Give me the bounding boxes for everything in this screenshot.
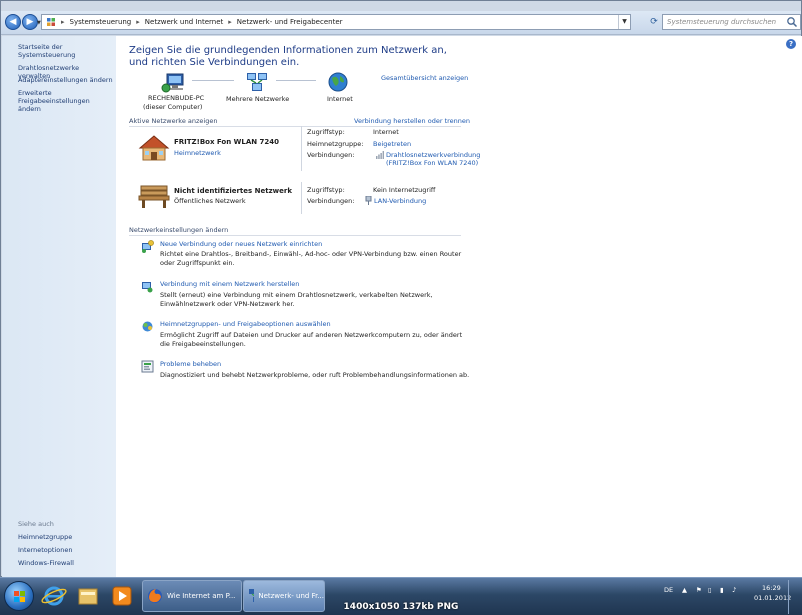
back-button[interactable]: ◀ xyxy=(5,14,21,30)
link-internet-options[interactable]: Internetoptionen xyxy=(18,546,113,554)
clock-date[interactable]: 01.01.2012 xyxy=(754,594,791,602)
breadcrumb-netzwerk-internet[interactable]: Netzwerk und Internet xyxy=(145,18,224,26)
pc-name-label: RECHENBUDE-PC xyxy=(148,94,205,102)
image-info-caption: 1400x1050 137kb PNG xyxy=(343,602,459,612)
network2-name: Nicht identifiziertes Netzwerk xyxy=(174,187,292,195)
crumb-chevron-icon[interactable]: ▸ xyxy=(61,18,65,26)
address-field[interactable]: ▸ Systemsteuerung ▸ Netzwerk und Interne… xyxy=(41,14,631,30)
main-content-pane: ? Zeigen Sie die grundlegenden Informati… xyxy=(116,36,802,577)
see-also-heading: Siehe auch xyxy=(18,520,54,528)
control-panel-icon xyxy=(47,18,55,26)
volume-icon[interactable]: ♪ xyxy=(732,586,736,594)
link-windows-firewall[interactable]: Windows-Firewall xyxy=(18,559,113,567)
task-new-connection-link[interactable]: Neue Verbindung oder neues Netzwerk einr… xyxy=(160,240,322,248)
pc-subtitle-label: (dieser Computer) xyxy=(143,103,203,111)
column-divider xyxy=(301,182,302,214)
help-icon[interactable]: ? xyxy=(786,39,796,49)
new-connection-icon xyxy=(142,240,154,253)
task-homegroup-desc: Ermöglicht Zugriff auf Dateien und Druck… xyxy=(160,331,463,348)
network1-wireless-ssid[interactable]: (FRITZ!Box Fon WLAN 7240) xyxy=(386,159,478,167)
left-navigation-pane: Startseite der Systemsteuerung Drahtlosn… xyxy=(2,36,116,577)
crumb-chevron-icon[interactable]: ▸ xyxy=(136,18,140,26)
flag-icon[interactable]: ⚑ xyxy=(696,586,702,594)
link-adapter-settings[interactable]: Adaptereinstellungen ändern xyxy=(18,76,113,84)
network1-type-link[interactable]: Heimnetzwerk xyxy=(174,149,221,157)
network2-access-value: Kein Internetzugriff xyxy=(373,186,436,194)
link-advanced-sharing[interactable]: Erweiterte Freigabeeinstellungen ändern xyxy=(18,89,110,113)
map-connector-line xyxy=(192,80,234,81)
connect-disconnect-link[interactable]: Verbindung herstellen oder trennen xyxy=(354,117,470,125)
refresh-button[interactable]: ⟳ xyxy=(647,14,661,30)
page-title: Zeigen Sie die grundlegenden Information… xyxy=(129,45,447,68)
network1-homegroup-link[interactable]: Beigetreten xyxy=(373,140,411,148)
breadcrumb-systemsteuerung[interactable]: Systemsteuerung xyxy=(70,18,132,26)
task-troubleshoot-desc: Diagnostiziert und behebt Netzwerkproble… xyxy=(160,371,470,379)
network1-connections-label: Verbindungen: xyxy=(307,151,355,159)
homegroup-sharing-icon xyxy=(142,321,153,332)
map-connector-line xyxy=(276,80,316,81)
language-indicator[interactable]: DE xyxy=(664,586,673,594)
address-bar: ◀ ▶ ▼ ▸ Systemsteuerung ▸ Netzwerk und I… xyxy=(1,11,801,35)
task-connect-network-link[interactable]: Verbindung mit einem Netzwerk herstellen xyxy=(160,280,299,288)
network1-wireless-link[interactable]: Drahtlosnetzwerkverbindung xyxy=(386,151,480,159)
change-settings-heading: Netzwerkeinstellungen ändern xyxy=(129,226,229,234)
link-homegroup[interactable]: Heimnetzgruppe xyxy=(18,533,113,541)
lan-connection-icon xyxy=(365,196,372,205)
network1-access-value: Internet xyxy=(373,128,399,136)
task-connect-network-desc: Stellt (erneut) eine Verbindung mit eine… xyxy=(160,291,433,308)
network1-access-label: Zugriffstyp: xyxy=(307,128,345,136)
explorer-window: ◀ ▶ ▼ ▸ Systemsteuerung ▸ Netzwerk und I… xyxy=(0,0,802,577)
taskbar-task-label: Netzwerk- und Fr... xyxy=(258,592,324,600)
computer-icon xyxy=(161,73,184,93)
task-homegroup-link[interactable]: Heimnetzgruppen- und Freigabeoptionen au… xyxy=(160,320,331,328)
column-divider xyxy=(301,126,302,171)
network2-access-label: Zugriffstyp: xyxy=(307,186,345,194)
network1-homegroup-label: Heimnetzgruppe: xyxy=(307,140,364,148)
search-icon[interactable] xyxy=(786,16,798,28)
internet-label: Internet xyxy=(327,95,353,103)
multiple-networks-icon xyxy=(247,73,267,91)
home-network-icon xyxy=(138,135,170,161)
breadcrumb-freigabecenter[interactable]: Netzwerk- und Freigabecenter xyxy=(237,18,343,26)
full-map-link[interactable]: Gesamtübersicht anzeigen xyxy=(381,74,468,82)
troubleshoot-icon xyxy=(141,360,154,373)
network2-lan-link[interactable]: LAN-Verbindung xyxy=(374,197,426,205)
multi-network-label: Mehrere Netzwerke xyxy=(226,95,290,103)
network2-connections-label: Verbindungen: xyxy=(307,197,355,205)
active-networks-heading: Aktive Netzwerke anzeigen xyxy=(129,117,218,125)
link-control-panel-home[interactable]: Startseite der Systemsteuerung xyxy=(18,43,113,59)
search-input[interactable]: Systemsteuerung durchsuchen xyxy=(662,14,801,30)
battery-icon[interactable]: ▯ xyxy=(708,586,712,594)
public-network-bench-icon xyxy=(138,185,170,208)
task-new-connection-desc: Richtet eine Drahtlos-, Breitband-, Einw… xyxy=(160,250,462,267)
task-troubleshoot-link[interactable]: Probleme beheben xyxy=(160,360,221,368)
section-divider xyxy=(129,126,461,127)
crumb-chevron-icon[interactable]: ▸ xyxy=(228,18,232,26)
address-dropdown-icon[interactable]: ▼ xyxy=(618,15,630,29)
taskbar-task-label: Wie Internet am P... xyxy=(167,592,236,600)
forward-button[interactable]: ▶ xyxy=(22,14,38,30)
network2-type[interactable]: Öffentliches Netzwerk xyxy=(174,197,246,205)
wifi-signal-icon xyxy=(376,151,384,159)
internet-globe-icon xyxy=(328,72,348,92)
network1-name: FRITZ!Box Fon WLAN 7240 xyxy=(174,138,280,146)
section-divider xyxy=(129,235,461,236)
connect-to-network-icon xyxy=(142,282,153,293)
clock-time[interactable]: 16:29 xyxy=(762,584,781,592)
show-hidden-icons-icon[interactable]: ▲ xyxy=(682,586,687,594)
network-tray-icon[interactable]: ▮ xyxy=(720,586,724,594)
search-placeholder: Systemsteuerung durchsuchen xyxy=(667,18,777,26)
